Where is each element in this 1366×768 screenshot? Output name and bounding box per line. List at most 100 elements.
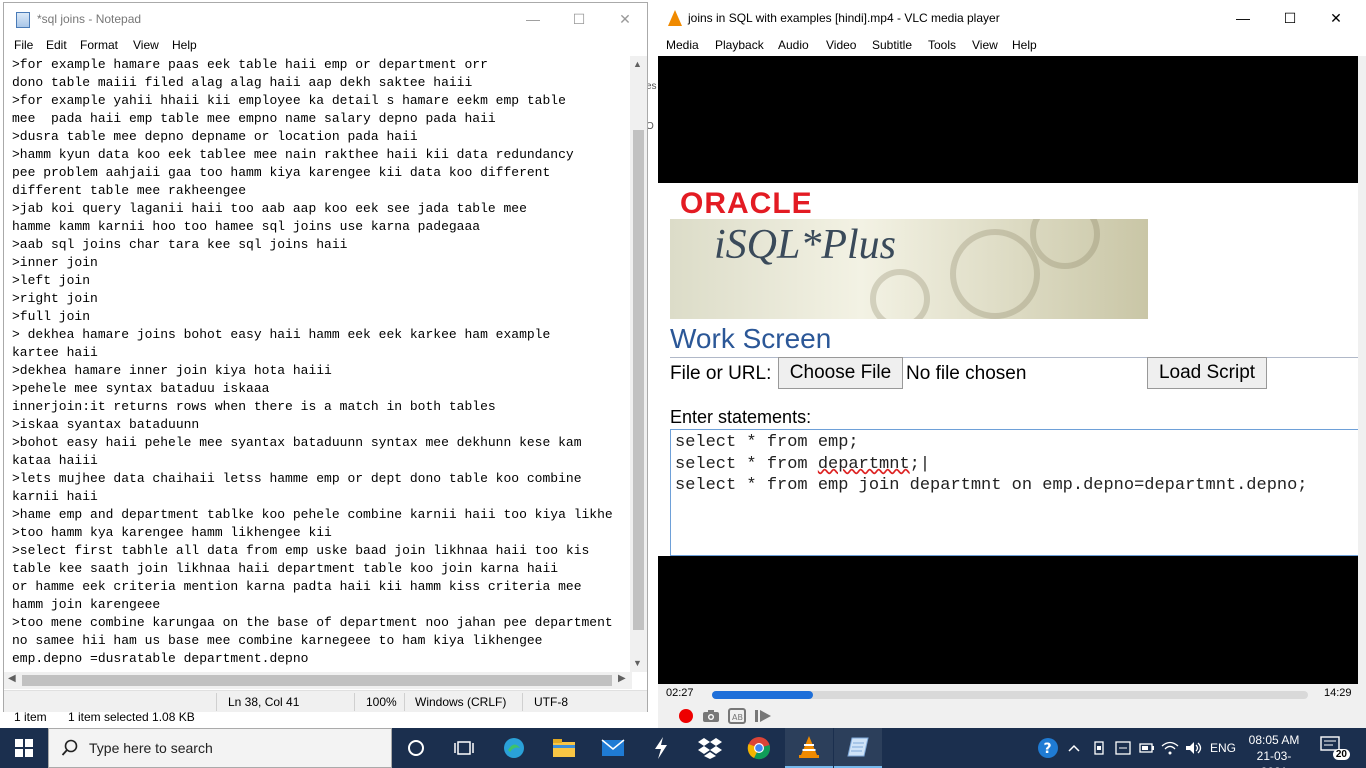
text-line: different table mee rakheengee: [12, 183, 247, 198]
record-button[interactable]: [675, 706, 697, 726]
statement-table-name: departmnt: [817, 454, 910, 474]
menu-file[interactable]: File: [14, 38, 33, 52]
menu-edit[interactable]: Edit: [46, 38, 67, 52]
help-tray-button[interactable]: ?: [1034, 728, 1062, 768]
text-line: >lets mujhee data chaihaii letss hamme e…: [12, 471, 582, 486]
loop-ab-icon: AB: [728, 708, 746, 724]
taskbar-mail[interactable]: [589, 728, 637, 768]
show-hidden-icons-button[interactable]: [1066, 728, 1082, 768]
close-button[interactable]: ✕: [602, 3, 648, 35]
vlc-maximize-button[interactable]: ☐: [1267, 2, 1313, 34]
text-line: kartee haii: [12, 345, 98, 360]
text-line: >bohot easy haii pehele mee syantax bata…: [12, 435, 582, 450]
work-screen-heading: Work Screen: [670, 323, 832, 354]
maximize-button[interactable]: ☐: [556, 3, 602, 35]
isqlplus-title: iSQL*Plus: [714, 222, 897, 268]
scroll-down-arrow-icon[interactable]: ▼: [633, 658, 642, 668]
taskbar-dropbox[interactable]: [686, 728, 734, 768]
tray-network-button[interactable]: [1160, 728, 1180, 768]
tray-device-button[interactable]: [1090, 728, 1108, 768]
notepad-window: *sql joins - Notepad — ☐ ✕ File Edit For…: [3, 2, 648, 712]
notepad-statusbar: Ln 38, Col 41 100% Windows (CRLF) UTF-8: [4, 690, 647, 712]
scroll-left-arrow-icon[interactable]: ◀: [8, 673, 16, 684]
text-line: or hamme eek criteria mention karna padt…: [12, 579, 582, 594]
taskbar-winamp[interactable]: [637, 728, 685, 768]
taskbar-search-box[interactable]: Type here to search: [48, 728, 392, 768]
language-indicator[interactable]: ENG: [1208, 728, 1238, 768]
statement-suffix: ;|: [909, 454, 931, 474]
vertical-scrollbar[interactable]: ▲ ▼: [630, 56, 647, 672]
vlc-menu-media[interactable]: Media: [666, 38, 699, 52]
vlc-menu-help[interactable]: Help: [1012, 38, 1037, 52]
cortana-button[interactable]: [392, 728, 440, 768]
svg-text:?: ?: [1044, 741, 1052, 757]
text-line: pee problem aahjaii gaa too hamm kiya ka…: [12, 165, 551, 180]
start-button[interactable]: [0, 728, 48, 768]
windows-logo-icon: [15, 739, 33, 757]
snapshot-button[interactable]: [700, 706, 722, 726]
text-line: >too mene combine karungaa on the base o…: [12, 615, 613, 630]
text-line: hamme kamm karnii hoo too hamee sql join…: [12, 219, 481, 234]
video-frame-isqlplus: ORACLE iSQL*Plus Work Screen File or URL…: [658, 183, 1358, 556]
horizontal-scroll-thumb[interactable]: [22, 675, 612, 686]
notepad-text-area[interactable]: >for example hamare paas eek table haii …: [4, 56, 630, 672]
isqlplus-banner: iSQL*Plus: [670, 219, 1148, 319]
tray-volume-button[interactable]: [1184, 728, 1204, 768]
lightning-icon: [655, 737, 667, 759]
text-line: innerjoin:it returns rows when there is …: [12, 399, 496, 414]
task-view-button[interactable]: [440, 728, 488, 768]
text-line: >select first tabhle all data from emp u…: [12, 543, 590, 558]
time-elapsed: 02:27: [666, 687, 694, 699]
action-center-button[interactable]: 20: [1320, 736, 1350, 760]
frame-step-button[interactable]: [752, 706, 774, 726]
mail-icon: [601, 739, 625, 756]
clock[interactable]: 08:05 AM 21-03-2021: [1244, 732, 1304, 768]
file-url-label: File or URL:: [670, 363, 772, 384]
vlc-menu-view[interactable]: View: [972, 38, 998, 52]
cortana-circle-icon: [408, 740, 424, 756]
notepad-title: *sql joins - Notepad: [37, 12, 142, 26]
vlc-minimize-button[interactable]: —: [1220, 2, 1266, 34]
taskbar-notepad[interactable]: [834, 728, 882, 768]
taskbar-chrome[interactable]: [735, 728, 783, 768]
statement-prefix: select * from: [675, 454, 818, 474]
battery-icon: [1139, 743, 1154, 753]
edge-icon: [504, 738, 524, 758]
search-icon: [61, 739, 78, 756]
menu-help[interactable]: Help: [172, 38, 197, 52]
text-line: dono table maiii filed alag alag haii aa…: [12, 75, 473, 90]
menu-view[interactable]: View: [133, 38, 159, 52]
minimize-button[interactable]: —: [510, 3, 556, 35]
menu-format[interactable]: Format: [80, 38, 118, 52]
text-line: >hamm kyun data koo eek tablee mee nain …: [12, 147, 574, 162]
vlc-menu-subtitle[interactable]: Subtitle: [872, 38, 912, 52]
oracle-logo: ORACLE: [680, 187, 813, 220]
vertical-scroll-thumb[interactable]: [633, 130, 644, 630]
chevron-up-icon: [1068, 744, 1080, 752]
horizontal-scrollbar[interactable]: ◀ ▶: [4, 672, 632, 689]
statements-textarea: select * from emp; select * from departmn…: [670, 429, 1358, 556]
seek-slider[interactable]: [712, 691, 1308, 699]
scroll-right-arrow-icon[interactable]: ▶: [618, 673, 626, 684]
vlc-close-button[interactable]: ✕: [1313, 2, 1359, 34]
vlc-cone-icon: [799, 736, 819, 758]
loop-ab-button[interactable]: AB: [726, 706, 748, 726]
video-area[interactable]: ORACLE iSQL*Plus Work Screen File or URL…: [658, 56, 1358, 684]
statement-line: select * from departmnt;|: [675, 454, 1357, 476]
tray-battery-button[interactable]: [1138, 728, 1156, 768]
scroll-up-arrow-icon[interactable]: ▲: [633, 59, 642, 69]
vlc-menu-tools[interactable]: Tools: [928, 38, 956, 52]
vlc-menu-video[interactable]: Video: [826, 38, 856, 52]
text-line: >right join: [12, 291, 98, 306]
speaker-icon: [1186, 742, 1202, 754]
taskbar-file-explorer[interactable]: [540, 728, 588, 768]
vlc-titlebar[interactable]: joins in SQL with examples [hindi].mp4 -…: [658, 2, 1366, 34]
taskbar-edge[interactable]: [490, 728, 538, 768]
text-line: >too hamm kya karengee hamm likhengee ki…: [12, 525, 332, 540]
notepad-titlebar[interactable]: *sql joins - Notepad — ☐ ✕: [4, 3, 647, 35]
vlc-menu-playback[interactable]: Playback: [715, 38, 764, 52]
taskbar: Type here to search ? ENG 08:05 AM 21-03…: [0, 728, 1366, 768]
taskbar-vlc[interactable]: [785, 728, 833, 768]
vlc-menu-audio[interactable]: Audio: [778, 38, 809, 52]
tray-ime-button[interactable]: [1114, 728, 1132, 768]
